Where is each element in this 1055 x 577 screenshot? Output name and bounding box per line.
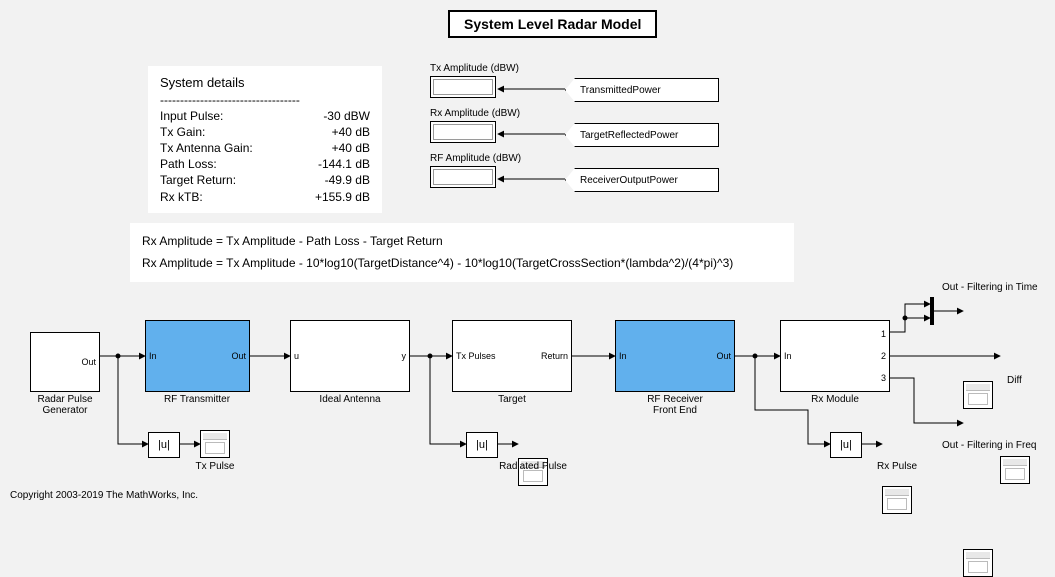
display-label: RF Amplitude (dBW) xyxy=(430,153,521,164)
port-out: 1 xyxy=(881,329,886,339)
port-in: u xyxy=(294,351,299,361)
block-label: RF ReceiverFront End xyxy=(647,394,703,416)
table-row: Input Pulse:-30 dBW xyxy=(160,108,370,124)
block-rf-receiver-front-end[interactable]: In Out xyxy=(615,320,735,392)
details-heading: System details xyxy=(160,74,370,92)
port-out: y xyxy=(402,351,407,361)
block-label: Rx Module xyxy=(811,394,859,405)
table-row: Target Return:-49.9 dB xyxy=(160,172,370,188)
display-tx-amplitude: Tx Amplitude (dBW) xyxy=(430,63,519,98)
details-divider: ----------------------------------- xyxy=(160,92,370,108)
display-rx-amplitude: Rx Amplitude (dBW) xyxy=(430,108,520,143)
table-row: Tx Antenna Gain:+40 dB xyxy=(160,140,370,156)
scope-label: Diff xyxy=(1007,375,1022,386)
scope-label: Out - Filtering in Time xyxy=(942,282,1038,293)
scope-label: Tx Pulse xyxy=(196,461,235,472)
scope-rx-pulse[interactable] xyxy=(882,486,912,514)
block-label: RF Transmitter xyxy=(164,394,230,405)
block-ideal-antenna[interactable]: u y xyxy=(290,320,410,392)
formula-line: Rx Amplitude = Tx Amplitude - 10*log10(T… xyxy=(142,253,782,275)
scope-out-freq[interactable] xyxy=(963,549,993,577)
port-in: Tx Pulses xyxy=(456,351,496,361)
block-abs-radiated[interactable]: |u| xyxy=(466,432,498,458)
block-radar-pulse-generator[interactable]: Out xyxy=(30,332,100,392)
port-out: Out xyxy=(231,351,246,361)
formula-line: Rx Amplitude = Tx Amplitude - Path Loss … xyxy=(142,231,782,253)
block-label: Target xyxy=(498,394,526,405)
block-rf-transmitter[interactable]: In Out xyxy=(145,320,250,392)
system-details-panel: System details -------------------------… xyxy=(148,66,382,213)
display-rf-amplitude: RF Amplitude (dBW) xyxy=(430,153,521,188)
scope-label: Radiated Pulse xyxy=(499,461,567,472)
from-tag-receiver-output-power[interactable]: ReceiverOutputPower xyxy=(565,168,719,192)
block-abs-tx[interactable]: |u| xyxy=(148,432,180,458)
copyright-text: Copyright 2003-2019 The MathWorks, Inc. xyxy=(10,490,198,501)
block-abs-rx[interactable]: |u| xyxy=(830,432,862,458)
table-row: Path Loss:-144.1 dB xyxy=(160,156,370,172)
port-in: In xyxy=(149,351,157,361)
display-box[interactable] xyxy=(430,121,496,143)
table-row: Tx Gain:+40 dB xyxy=(160,124,370,140)
display-box[interactable] xyxy=(430,166,496,188)
scope-label: Out - Filtering in Freq xyxy=(942,440,1036,451)
port-out: Return xyxy=(541,351,568,361)
block-label: Ideal Antenna xyxy=(319,394,380,405)
port-out: 3 xyxy=(881,373,886,383)
formulas-panel: Rx Amplitude = Tx Amplitude - Path Loss … xyxy=(130,223,794,282)
from-tag-transmitted-power[interactable]: TransmittedPower xyxy=(565,78,719,102)
table-row: Rx kTB:+155.9 dB xyxy=(160,189,370,205)
display-box[interactable] xyxy=(430,76,496,98)
port-in: In xyxy=(784,351,792,361)
block-target[interactable]: Tx Pulses Return xyxy=(452,320,572,392)
scope-label: Rx Pulse xyxy=(877,461,917,472)
port-out: 2 xyxy=(881,351,886,361)
scope-tx-pulse[interactable] xyxy=(200,430,230,458)
from-tag-target-reflected-power[interactable]: TargetReflectedPower xyxy=(565,123,719,147)
port-out: Out xyxy=(716,351,731,361)
display-label: Tx Amplitude (dBW) xyxy=(430,63,519,74)
scope-out-time[interactable] xyxy=(963,381,993,409)
port-in: In xyxy=(619,351,627,361)
block-mux[interactable] xyxy=(930,297,934,325)
display-label: Rx Amplitude (dBW) xyxy=(430,108,520,119)
details-table: Input Pulse:-30 dBW Tx Gain:+40 dB Tx An… xyxy=(160,108,370,205)
block-label: Radar PulseGenerator xyxy=(37,394,92,416)
scope-diff[interactable] xyxy=(1000,456,1030,484)
port-out: Out xyxy=(81,357,96,367)
diagram-title: System Level Radar Model xyxy=(448,10,657,38)
block-rx-module[interactable]: In 1 2 3 xyxy=(780,320,890,392)
